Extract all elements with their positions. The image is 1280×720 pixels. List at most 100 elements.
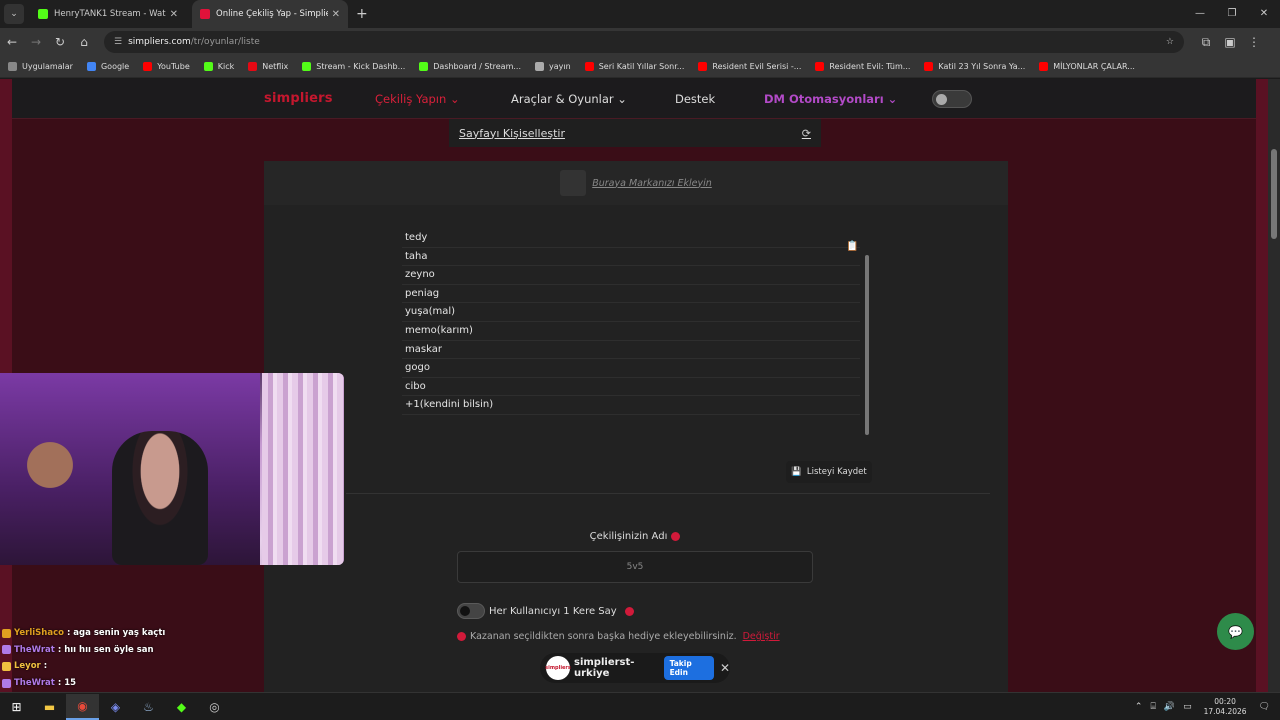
- nav-support[interactable]: Destek: [675, 92, 715, 106]
- extensions-icon[interactable]: ⧉: [1194, 35, 1218, 50]
- chat-username: YerliShaco: [14, 628, 64, 639]
- list-item[interactable]: cibo: [402, 378, 860, 397]
- count-once-toggle[interactable]: [457, 603, 485, 619]
- file-explorer-icon[interactable]: ▬: [33, 694, 66, 720]
- obs-icon[interactable]: ◎: [198, 694, 231, 720]
- change-link[interactable]: Değiştir: [743, 631, 780, 642]
- bookmark-item[interactable]: Kick: [203, 62, 234, 71]
- url-path: /tr/oyunlar/liste: [190, 37, 260, 47]
- new-tab-button[interactable]: +: [356, 6, 368, 22]
- windows-taskbar: ⊞ ▬ ◉ ◈ ♨ ◆ ◎ ⌃ ⌸ 🔊 ▭ 00:20 17.04.2026 🗨: [0, 692, 1280, 720]
- bookmark-item[interactable]: Resident Evil Serisi -...: [698, 62, 801, 71]
- bookmark-item[interactable]: Katil 23 Yıl Sonra Ya...: [924, 62, 1025, 71]
- giveaway-name-input[interactable]: 5v5: [457, 551, 813, 583]
- profile-icon[interactable]: ▣: [1218, 35, 1242, 49]
- bookmark-icon: [535, 62, 545, 71]
- save-list-button[interactable]: 💾 Listeyi Kaydet: [786, 461, 872, 483]
- kick-app-icon[interactable]: ◆: [165, 694, 198, 720]
- nav-dm-automation[interactable]: DM Otomasyonları ⌄: [764, 92, 897, 106]
- chevron-down-icon: ⌄: [887, 91, 898, 106]
- tab-title: Online Çekiliş Yap - Simpliers: [216, 9, 328, 19]
- home-icon[interactable]: ⌂: [72, 35, 96, 49]
- chat-text: : hıı hıı sen öyle san: [57, 644, 154, 655]
- bookmark-item[interactable]: Seri Katil Yıllar Sonr...: [584, 62, 685, 71]
- windows-start-icon[interactable]: ⊞: [0, 694, 33, 720]
- bookmark-item[interactable]: Resident Evil: Tüm...: [815, 62, 910, 71]
- clipboard-icon[interactable]: 📋: [846, 241, 858, 252]
- tab-simpliers[interactable]: Online Çekiliş Yap - Simpliers ✕: [192, 0, 348, 28]
- reload-icon[interactable]: ↻: [48, 35, 72, 49]
- tab-search-button[interactable]: ⌄: [4, 4, 24, 24]
- webcam-curtain: [262, 373, 344, 565]
- forward-icon[interactable]: →: [24, 35, 48, 49]
- info-dot-icon[interactable]: [624, 606, 634, 616]
- site-logo[interactable]: simpliers: [264, 91, 333, 106]
- browser-toolbar: ← → ↻ ⌂ ☰ simpliers.com/tr/oyunlar/liste…: [0, 28, 1280, 56]
- back-icon[interactable]: ←: [0, 35, 24, 49]
- nav-tools[interactable]: Araçlar & Oyunlar ⌄: [511, 92, 627, 106]
- battery-icon[interactable]: ▭: [1183, 702, 1192, 712]
- list-item[interactable]: tedy: [402, 229, 860, 248]
- menu-icon[interactable]: ⋮: [1242, 35, 1266, 49]
- bookmark-icon: [584, 62, 594, 71]
- steam-icon[interactable]: ♨: [132, 694, 165, 720]
- chat-text: : 15: [57, 678, 77, 689]
- close-icon[interactable]: ✕: [332, 9, 340, 20]
- participant-list[interactable]: 📋 tedy taha zeyno peniag yuşa(mal) memo(karım…: [402, 229, 872, 449]
- minimize-button[interactable]: —: [1184, 0, 1216, 28]
- list-item[interactable]: peniag: [402, 285, 860, 304]
- chrome-icon[interactable]: ◉: [66, 693, 99, 720]
- bookmark-item[interactable]: Netflix: [248, 62, 288, 71]
- close-icon[interactable]: ✕: [720, 661, 730, 675]
- bookmark-star-icon[interactable]: ☆: [1166, 37, 1174, 47]
- bookmark-item[interactable]: MİLYONLAR ÇALAR...: [1039, 62, 1135, 71]
- list-item[interactable]: zeyno: [402, 266, 860, 285]
- volume-icon[interactable]: 🔊: [1164, 702, 1175, 712]
- page-scrollbar-thumb[interactable]: [1271, 149, 1277, 239]
- chat-bubble-button[interactable]: 💬: [1217, 613, 1254, 650]
- app-icon[interactable]: ◈: [99, 694, 132, 720]
- list-item[interactable]: yuşa(mal): [402, 303, 860, 322]
- chat-badge-icon: [2, 645, 11, 655]
- bookmark-item[interactable]: Dashboard / Stream...: [419, 62, 521, 71]
- list-scrollbar[interactable]: [864, 237, 870, 437]
- chevron-up-icon[interactable]: ⌃: [1135, 702, 1143, 712]
- bookmark-icon: [698, 62, 708, 71]
- follow-button[interactable]: Takip Edin: [663, 656, 714, 680]
- list-item[interactable]: taha: [402, 248, 860, 267]
- theme-toggle[interactable]: [932, 90, 972, 108]
- chat-icon: 💬: [1228, 624, 1243, 639]
- bookmark-item[interactable]: Stream - Kick Dashb...: [302, 62, 405, 71]
- stream-chat-overlay: YerliShaco: aga senin yaş kaçtı TheWrat: …: [2, 625, 302, 691]
- list-item[interactable]: gogo: [402, 359, 860, 378]
- save-list-label: Listeyi Kaydet: [806, 467, 867, 477]
- nav-giveaway[interactable]: Çekiliş Yapın ⌄: [375, 92, 460, 106]
- clock[interactable]: 00:20 17.04.2026: [1204, 697, 1247, 717]
- add-brand-area[interactable]: Buraya Markanızı Ekleyin: [264, 161, 1008, 205]
- bookmark-item[interactable]: Uygulamalar: [8, 62, 73, 71]
- bookmark-icon: [924, 62, 934, 71]
- tab-kick-stream[interactable]: HenryTANK1 Stream - Watch Li ✕: [30, 0, 186, 28]
- customize-page-bar[interactable]: Sayfayı Kişiselleştir ⟳: [449, 119, 821, 147]
- page-scrollbar[interactable]: [1268, 79, 1280, 692]
- site-info-icon[interactable]: ☰: [114, 37, 122, 47]
- address-bar[interactable]: ☰ simpliers.com/tr/oyunlar/liste ☆: [104, 31, 1184, 53]
- bookmark-item[interactable]: Google: [86, 62, 129, 71]
- restore-button[interactable]: ❐: [1216, 0, 1248, 28]
- notification-icon[interactable]: 🗨: [1259, 702, 1270, 712]
- list-item[interactable]: +1(kendini bilsin): [402, 396, 860, 415]
- refresh-icon[interactable]: ⟳: [802, 127, 811, 140]
- winner-info-row: Kazanan seçildikten sonra başka hediye e…: [457, 631, 780, 642]
- network-icon[interactable]: ⌸: [1150, 702, 1155, 712]
- bookmark-icon: [203, 62, 213, 71]
- list-item[interactable]: memo(karım): [402, 322, 860, 341]
- bookmark-item[interactable]: YouTube: [143, 62, 190, 71]
- bookmark-item[interactable]: yayın: [535, 62, 571, 71]
- browser-tabstrip: ⌄ HenryTANK1 Stream - Watch Li ✕ Online …: [0, 0, 1280, 28]
- tab-title: HenryTANK1 Stream - Watch Li: [54, 9, 166, 19]
- close-window-button[interactable]: ✕: [1248, 0, 1280, 28]
- bookmark-label: Seri Katil Yıllar Sonr...: [598, 62, 685, 71]
- list-item[interactable]: maskar: [402, 341, 860, 360]
- close-icon[interactable]: ✕: [170, 9, 178, 20]
- list-scrollbar-thumb[interactable]: [865, 255, 869, 435]
